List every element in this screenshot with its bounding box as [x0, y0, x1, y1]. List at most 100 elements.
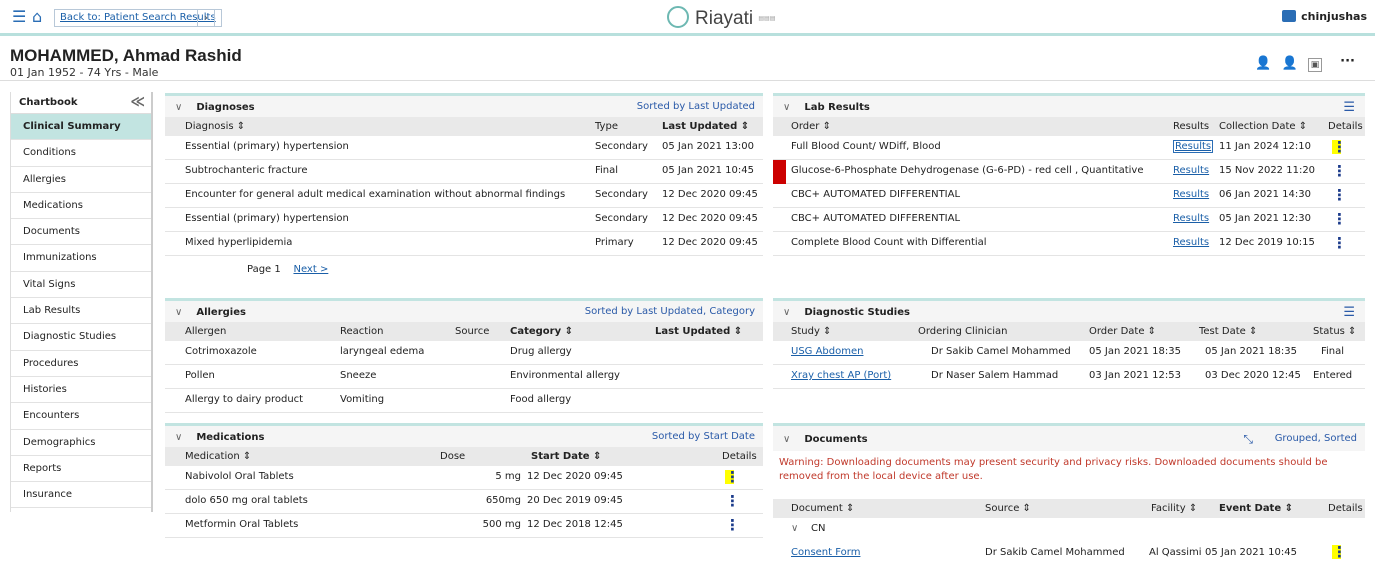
- col-status[interactable]: Status ⇕: [1313, 326, 1356, 337]
- table-row[interactable]: CBC+ AUTOMATED DIFFERENTIAL Results 06 Jan…: [773, 184, 1365, 208]
- table-row[interactable]: Mixed hyperlipidemia Primary 12 Dec 2020 0…: [165, 232, 763, 256]
- results-link[interactable]: Results: [1173, 237, 1209, 248]
- diagnoses-sort-label[interactable]: Sorted by Last Updated: [637, 101, 755, 112]
- table-row[interactable]: Full Blood Count/ WDiff, Blood Results 11 …: [773, 136, 1365, 160]
- row-menu-icon[interactable]: ⋮: [1332, 140, 1347, 155]
- table-row[interactable]: Glucose-6-Phosphate Dehydrogenase (G-6-P…: [773, 160, 1365, 184]
- row-menu-icon[interactable]: ⋮: [1332, 236, 1347, 251]
- collapse-arrows-icon[interactable]: ⤡: [1243, 432, 1253, 447]
- sidebar-item-immunizations[interactable]: Immunizations: [11, 245, 151, 272]
- table-row[interactable]: CBC+ AUTOMATED DIFFERENTIAL Results 05 Jan…: [773, 208, 1365, 232]
- provider-icon[interactable]: 👤: [1282, 56, 1298, 71]
- row-menu-icon[interactable]: ⋮: [1332, 212, 1347, 227]
- sidebar-item-demographics[interactable]: Demographics: [11, 430, 151, 456]
- table-row[interactable]: USG Abdomen Dr Sakib Camel Mohammed 05 Jan…: [773, 341, 1365, 365]
- col-last-updated[interactable]: Last Updated ⇕: [655, 326, 742, 337]
- row-menu-icon[interactable]: ⋮: [1332, 545, 1347, 560]
- col-medication[interactable]: Medication ⇕: [185, 451, 251, 462]
- col-last-updated[interactable]: Last Updated ⇕: [662, 121, 749, 132]
- menu-icon[interactable]: ☰: [12, 9, 26, 25]
- col-facility[interactable]: Facility ⇕: [1151, 503, 1197, 514]
- table-row[interactable]: Subtrochanteric fracture Final 05 Jan 2021…: [165, 160, 763, 184]
- documents-header[interactable]: ∨ Documents ⤡ Grouped, Sorted: [773, 423, 1365, 451]
- col-order-date[interactable]: Order Date ⇕: [1089, 326, 1156, 337]
- col-category[interactable]: Category ⇕: [510, 326, 573, 337]
- more-options-icon[interactable]: ···: [1340, 54, 1355, 69]
- chevron-down-icon[interactable]: ∨: [783, 102, 790, 113]
- sidebar-item-diagnostic-studies[interactable]: Diagnostic Studies: [11, 324, 151, 351]
- forward-arrow-button[interactable]: ›: [197, 9, 215, 27]
- col-test-date[interactable]: Test Date ⇕: [1199, 326, 1257, 337]
- clinician: Dr Sakib Camel Mohammed: [931, 346, 1071, 357]
- table-row[interactable]: Nabivolol Oral Tablets 5 mg 12 Dec 2020 09…: [165, 466, 763, 490]
- col-source[interactable]: Source ⇕: [985, 503, 1031, 514]
- col-order[interactable]: Order ⇕: [791, 121, 831, 132]
- document-link[interactable]: Consent Form: [791, 547, 860, 558]
- row-menu-icon[interactable]: ⋮: [725, 470, 740, 485]
- col-start-date[interactable]: Start Date ⇕: [531, 451, 601, 462]
- chevron-down-icon[interactable]: ∨: [175, 102, 182, 113]
- allergies-header[interactable]: ∨ Allergies Sorted by Last Updated, Catego…: [165, 298, 763, 322]
- diagnostic-studies-header[interactable]: ∨ Diagnostic Studies ☰: [773, 298, 1365, 322]
- chevron-down-icon[interactable]: ∨: [175, 432, 182, 443]
- table-row[interactable]: Cotrimoxazole laryngeal edema Drug allergy: [165, 341, 763, 365]
- results-link[interactable]: Results: [1173, 140, 1214, 153]
- study-link[interactable]: USG Abdomen: [791, 346, 863, 357]
- row-menu-icon[interactable]: ⋮: [725, 494, 740, 509]
- chevron-down-icon[interactable]: ∨: [175, 307, 182, 318]
- sidebar-item-medications[interactable]: Medications: [11, 193, 151, 220]
- medications-header[interactable]: ∨ Medications Sorted by Start Date: [165, 423, 763, 447]
- care-team-icon[interactable]: 👤: [1255, 56, 1271, 71]
- table-row[interactable]: Metformin Oral Tablets 500 mg 12 Dec 2018 …: [165, 514, 763, 538]
- col-diagnosis[interactable]: Diagnosis ⇕: [185, 121, 245, 132]
- chevron-down-icon[interactable]: ∨: [791, 523, 798, 534]
- sidebar-item-encounters[interactable]: Encounters: [11, 403, 151, 430]
- table-row[interactable]: Complete Blood Count with Differential Re…: [773, 232, 1365, 256]
- allergies-sort-label[interactable]: Sorted by Last Updated, Category: [585, 306, 755, 317]
- filter-icon[interactable]: ☰: [1343, 100, 1355, 115]
- table-row[interactable]: Consent Form Dr Sakib Camel Mohammed Al Qa…: [773, 542, 1365, 566]
- col-collection-date[interactable]: Collection Date ⇕: [1219, 121, 1307, 132]
- sidebar-item-insurance[interactable]: Insurance: [11, 482, 151, 509]
- chevron-down-icon[interactable]: ∨: [783, 307, 790, 318]
- sidebar-item-reports[interactable]: Reports: [11, 456, 151, 483]
- sidebar-item-allergies[interactable]: Allergies: [11, 167, 151, 193]
- row-menu-icon[interactable]: ⋮: [1332, 164, 1347, 179]
- table-row[interactable]: Encounter for general adult medical exam…: [165, 184, 763, 208]
- table-row[interactable]: Pollen Sneeze Environmental allergy: [165, 365, 763, 389]
- group-row[interactable]: ∨ CN: [773, 518, 1365, 542]
- sidebar-item-procedures[interactable]: Procedures: [11, 351, 151, 377]
- collapse-sidebar-icon[interactable]: ≪: [130, 94, 145, 110]
- medications-sort-label[interactable]: Sorted by Start Date: [652, 431, 755, 442]
- sidebar-item-clinical-summary[interactable]: Clinical Summary: [11, 114, 151, 141]
- filter-icon[interactable]: ☰: [1343, 305, 1355, 320]
- table-row[interactable]: Allergy to dairy product Vomiting Food all…: [165, 389, 763, 413]
- col-event-date[interactable]: Event Date ⇕: [1219, 503, 1293, 514]
- table-row[interactable]: dolo 650 mg oral tablets 650mg 20 Dec 2019…: [165, 490, 763, 514]
- user-menu[interactable]: chinjushas: [1282, 10, 1367, 23]
- home-icon[interactable]: ⌂: [32, 9, 42, 25]
- table-row[interactable]: Essential (primary) hypertension Secondar…: [165, 208, 763, 232]
- sidebar-item-lab-results[interactable]: Lab Results: [11, 298, 151, 325]
- results-link[interactable]: Results: [1173, 189, 1209, 200]
- chevron-down-icon[interactable]: ∨: [783, 434, 790, 445]
- results-link[interactable]: Results: [1173, 165, 1209, 176]
- row-menu-icon[interactable]: ⋮: [725, 518, 740, 533]
- diagnoses-header[interactable]: ∨ Diagnoses Sorted by Last Updated: [165, 93, 763, 117]
- table-row[interactable]: Essential (primary) hypertension Secondar…: [165, 136, 763, 160]
- study-link[interactable]: Xray chest AP (Port): [791, 370, 891, 381]
- next-page-link[interactable]: Next >: [293, 264, 328, 275]
- lab-results-header[interactable]: ∨ Lab Results ☰: [773, 93, 1365, 117]
- sidebar-item-documents[interactable]: Documents: [11, 219, 151, 246]
- table-row[interactable]: Xray chest AP (Port) Dr Naser Salem Hamma…: [773, 365, 1365, 389]
- sidebar-item-histories[interactable]: Histories: [11, 377, 151, 404]
- results-link[interactable]: Results: [1173, 213, 1209, 224]
- row-menu-icon[interactable]: ⋮: [1332, 188, 1347, 203]
- sidebar-item-vital-signs[interactable]: Vital Signs: [11, 272, 151, 299]
- lock-icon[interactable]: ▣: [1308, 58, 1323, 72]
- col-study[interactable]: Study ⇕: [791, 326, 831, 337]
- col-document[interactable]: Document ⇕: [791, 503, 854, 514]
- collection-date: 12 Dec 2019 10:15: [1219, 237, 1315, 248]
- documents-sort-label[interactable]: Grouped, Sorted: [1275, 433, 1357, 444]
- sidebar-item-conditions[interactable]: Conditions: [11, 140, 151, 167]
